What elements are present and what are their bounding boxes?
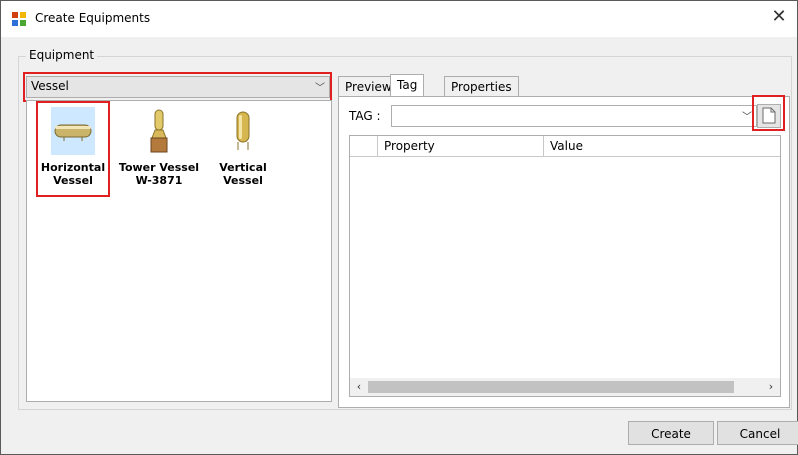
equipment-item-label: Vertical Vessel bbox=[219, 161, 267, 187]
equipment-type-value: Vessel bbox=[31, 79, 69, 93]
grid-header-row-selector bbox=[350, 136, 378, 156]
scroll-thumb[interactable] bbox=[368, 381, 734, 393]
horizontal-scrollbar[interactable]: ‹ › bbox=[350, 378, 780, 396]
grid-header-property[interactable]: Property bbox=[378, 136, 544, 156]
property-grid: Property Value ‹ › bbox=[349, 135, 781, 397]
cancel-button[interactable]: Cancel bbox=[717, 421, 798, 445]
chevron-down-icon: ﹀ bbox=[742, 112, 752, 123]
create-button[interactable]: Create bbox=[628, 421, 714, 445]
tab-tag[interactable]: Tag bbox=[390, 74, 425, 97]
chevron-down-icon: ﹀ bbox=[315, 83, 325, 94]
horizontal-vessel-icon bbox=[54, 124, 92, 141]
vertical-vessel-icon bbox=[236, 111, 250, 150]
tag-select[interactable]: ﹀ bbox=[391, 105, 757, 127]
new-tag-button[interactable] bbox=[757, 104, 781, 128]
app-icon bbox=[12, 12, 26, 26]
equipment-item-tower-vessel[interactable]: Tower Vessel W-3871 bbox=[117, 107, 201, 187]
window-title: Create Equipments bbox=[35, 11, 151, 25]
detail-tabs: Preview Tag Properties TAG : ﹀ Property … bbox=[338, 74, 790, 408]
tab-properties[interactable]: Properties bbox=[444, 76, 519, 97]
equipment-item-horizontal-vessel[interactable]: Horizontal Vessel bbox=[31, 107, 115, 187]
equipment-type-select[interactable]: Vessel ﹀ bbox=[26, 76, 330, 98]
grid-header-value[interactable]: Value bbox=[544, 136, 780, 156]
grid-header: Property Value bbox=[350, 136, 780, 157]
equipment-group-label: Equipment bbox=[26, 48, 98, 62]
equipment-item-label: Horizontal Vessel bbox=[40, 161, 106, 187]
scroll-left-icon[interactable]: ‹ bbox=[352, 379, 366, 395]
title-bar: Create Equipments ✕ bbox=[1, 1, 797, 37]
new-document-icon bbox=[762, 107, 776, 124]
equipment-item-label: Tower Vessel W-3871 bbox=[118, 161, 200, 187]
tower-vessel-icon bbox=[150, 109, 168, 153]
scroll-right-icon[interactable]: › bbox=[764, 379, 778, 395]
equipment-list: Horizontal Vessel Tower Vessel W-3871 Ve… bbox=[26, 100, 332, 402]
tag-panel: TAG : ﹀ Property Value ‹ › bbox=[338, 96, 790, 408]
tag-label: TAG : bbox=[349, 109, 381, 123]
close-icon[interactable]: ✕ bbox=[767, 5, 791, 29]
equipment-item-vertical-vessel[interactable]: Vertical Vessel bbox=[201, 107, 285, 187]
